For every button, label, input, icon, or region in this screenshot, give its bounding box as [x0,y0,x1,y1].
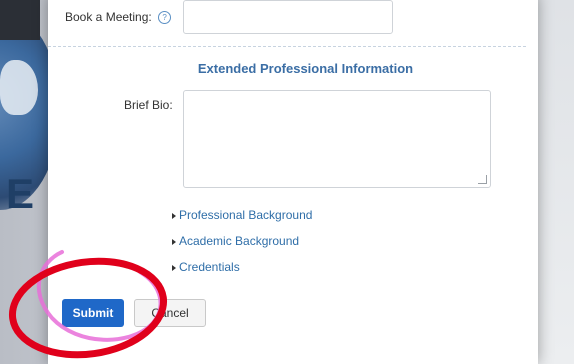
section-title: Extended Professional Information [197,61,414,76]
book-meeting-label: Book a Meeting: [65,10,152,24]
expander-label: Academic Background [179,234,300,248]
brief-bio-textarea[interactable] [183,90,491,188]
section-divider [48,46,526,47]
profile-form-modal: Book a Meeting: ? Extended Professional … [48,0,538,364]
expander-academic-background[interactable]: Academic Background [172,234,299,248]
cancel-button[interactable]: Cancel [134,299,206,327]
resize-grip-icon[interactable] [478,175,487,184]
expander-professional-background[interactable]: Professional Background [172,208,312,222]
triangle-right-icon [172,264,176,271]
submit-button[interactable]: Submit [62,299,124,327]
expander-credentials[interactable]: Credentials [172,260,240,274]
background-dark-corner [0,0,40,40]
expander-label: Professional Background [179,208,313,222]
triangle-right-icon [172,238,176,245]
brief-bio-label: Brief Bio: [124,98,173,112]
background-logo-letter: E [6,170,35,217]
expander-label: Credentials [179,260,240,274]
book-meeting-input[interactable] [183,0,393,34]
background-right-panel [536,0,574,364]
question-circle-icon[interactable]: ? [158,11,172,25]
book-meeting-label-row: Book a Meeting: ? [65,10,172,25]
triangle-right-icon [172,212,176,219]
